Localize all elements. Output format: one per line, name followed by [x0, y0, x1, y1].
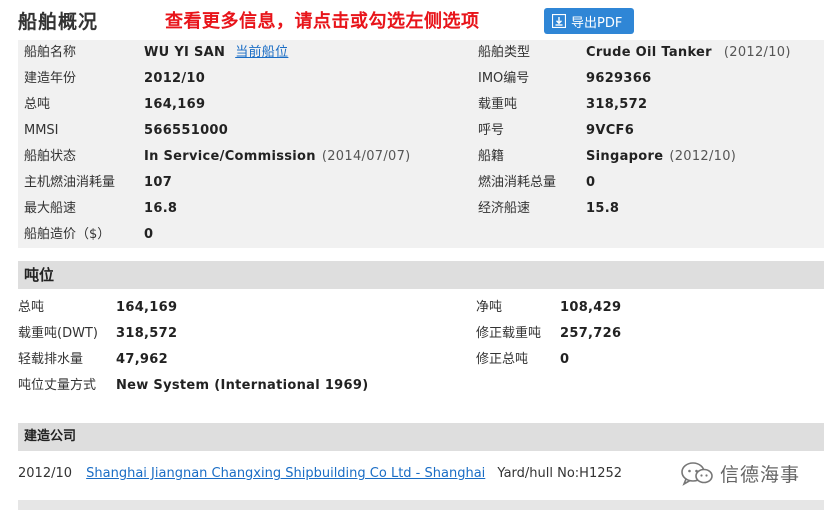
- field-label: 船舶状态: [24, 149, 77, 164]
- tonnage-section-title: 吨位: [18, 261, 824, 289]
- field-label: 总吨: [24, 97, 51, 112]
- next-section-bar: [18, 500, 824, 510]
- field-value: 108,429: [560, 300, 622, 315]
- field-value: Crude Oil Tanker (2012/10): [586, 45, 791, 60]
- field-label: IMO编号: [478, 71, 530, 86]
- field-value: 318,572: [116, 326, 178, 341]
- field-value: 257,726: [560, 326, 622, 341]
- field-label: 燃油消耗总量: [478, 175, 557, 190]
- field-value: 566551000: [144, 123, 229, 138]
- vessel-overview-panel: 船舶名称 WU YI SAN 当前船位 建造年份 2012/10 总吨 164,1…: [18, 40, 824, 248]
- field-label: 修正载重吨: [476, 326, 542, 341]
- field-value: 107: [144, 175, 173, 190]
- field-value: New System (International 1969): [116, 378, 369, 393]
- field-value: 9VCF6: [586, 123, 635, 138]
- field-value: 164,169: [144, 97, 206, 112]
- page-header: 船舶概况 查看更多信息，请点击或勾选左侧选项 导出PDF: [0, 0, 824, 40]
- field-value: 15.8: [586, 201, 620, 216]
- yard-hull-number: Yard/hull No:H1252: [497, 466, 623, 481]
- ship-name-value: WU YI SAN 当前船位: [144, 45, 289, 60]
- export-pdf-button[interactable]: 导出PDF: [544, 8, 634, 34]
- field-label: 船舶类型: [478, 45, 531, 60]
- wechat-icon: [681, 461, 713, 486]
- field-label: 船舶造价（$）: [24, 227, 111, 242]
- download-icon: [552, 14, 566, 28]
- field-value: 318,572: [586, 97, 648, 112]
- field-label: 船舶名称: [24, 45, 77, 60]
- field-label: 经济船速: [478, 201, 531, 216]
- field-label: 载重吨: [478, 97, 518, 112]
- field-date: (2012/10): [723, 45, 791, 60]
- page-title: 船舶概况: [18, 11, 99, 33]
- field-value: 0: [586, 175, 596, 190]
- field-label: 主机燃油消耗量: [24, 175, 116, 190]
- field-value: 9629366: [586, 71, 652, 86]
- field-value: Singapore (2012/10): [586, 149, 737, 164]
- builder-row: 2012/10 Shanghai Jiangnan Changxing Ship…: [18, 462, 622, 486]
- notice-text: 查看更多信息，请点击或勾选左侧选项: [165, 11, 480, 32]
- field-value: 164,169: [116, 300, 178, 315]
- field-value: 0: [144, 227, 154, 242]
- field-label: 修正总吨: [476, 352, 529, 367]
- field-label: 吨位丈量方式: [18, 378, 97, 393]
- export-pdf-label: 导出PDF: [571, 15, 623, 31]
- builder-date: 2012/10: [18, 466, 73, 481]
- field-label: 呼号: [478, 123, 505, 138]
- field-date: (2014/07/07): [321, 149, 411, 164]
- watermark-text: 信德海事: [720, 464, 801, 486]
- field-date: (2012/10): [669, 149, 737, 164]
- field-value: In Service/Commission (2014/07/07): [144, 149, 411, 164]
- field-value: 16.8: [144, 201, 178, 216]
- watermark: 信德海事: [680, 460, 800, 487]
- field-value: 47,962: [116, 352, 168, 367]
- field-label: 最大船速: [24, 201, 77, 216]
- field-label: 载重吨(DWT): [18, 326, 98, 341]
- field-label: 总吨: [18, 300, 45, 315]
- current-position-link[interactable]: 当前船位: [235, 45, 288, 60]
- builder-section-title: 建造公司: [18, 423, 824, 451]
- field-label: 净吨: [476, 300, 503, 315]
- field-label: 船籍: [478, 149, 505, 164]
- field-label: 轻载排水量: [18, 352, 84, 367]
- field-value: 0: [560, 352, 570, 367]
- builder-company-link[interactable]: Shanghai Jiangnan Changxing Shipbuilding…: [86, 466, 485, 481]
- field-value: 2012/10: [144, 71, 206, 86]
- field-label: MMSI: [24, 123, 59, 138]
- field-label: 建造年份: [24, 71, 77, 86]
